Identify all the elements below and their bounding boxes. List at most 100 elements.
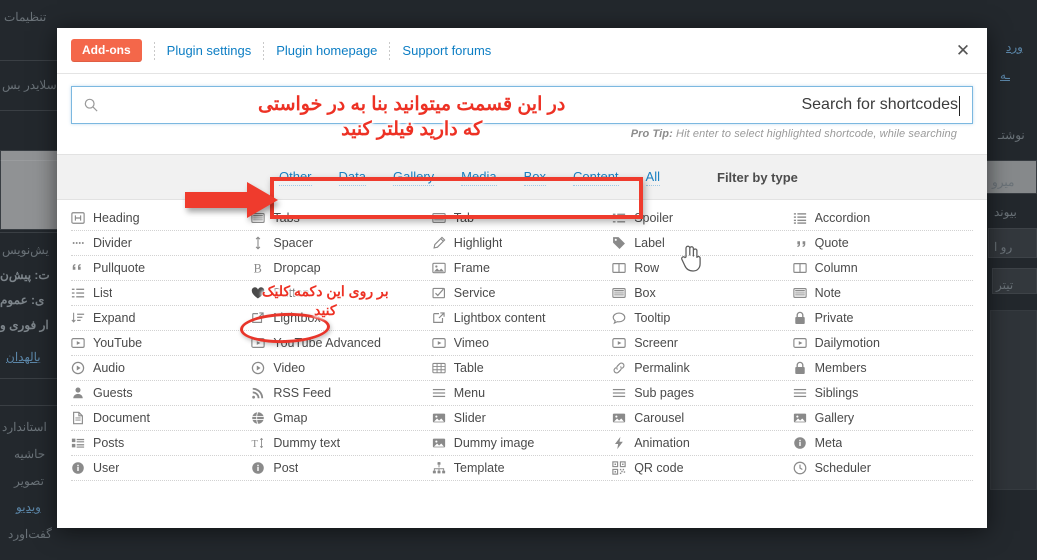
- shortcode-item-table[interactable]: Table: [431, 356, 613, 381]
- shortcode-item-user[interactable]: User: [71, 456, 252, 481]
- info-circle-icon: [793, 436, 807, 450]
- shortcode-item-post[interactable]: Post: [251, 456, 432, 481]
- admin-topbar: [0, 0, 1037, 28]
- shortcode-item-carousel[interactable]: Carousel: [612, 406, 793, 431]
- shortcode-column-4: Spoiler Label Row Box Tooltip Screenr Permalin…: [612, 206, 793, 481]
- shortcode-item-pullquote[interactable]: Pullquote: [71, 256, 252, 281]
- shortcode-item-video[interactable]: Video: [251, 356, 432, 381]
- quote-left-icon: [71, 261, 85, 275]
- shortcode-item-gallery[interactable]: Gallery: [792, 406, 973, 431]
- shortcode-item-members[interactable]: Members: [792, 356, 973, 381]
- shortcode-item-tooltip[interactable]: Tooltip: [612, 306, 793, 331]
- clock-icon: [793, 461, 807, 475]
- shortcode-item-service[interactable]: Service: [431, 281, 613, 306]
- shortcode-item-qr-code[interactable]: QR code: [612, 456, 793, 481]
- shortcode-item-button[interactable]: Button: [251, 281, 432, 306]
- shortcode-item-dropcap[interactable]: B Dropcap: [251, 256, 432, 281]
- shortcode-item-expand[interactable]: Expand: [71, 306, 252, 331]
- search-input[interactable]: [72, 87, 972, 123]
- shortcode-item-note[interactable]: Note: [792, 281, 973, 306]
- link-plugin-homepage[interactable]: Plugin homepage: [276, 43, 377, 58]
- filter-tab-media[interactable]: Media: [461, 169, 497, 186]
- shortcode-item-label: Heading: [93, 211, 140, 225]
- shortcode-item-label: Sub pages: [634, 386, 694, 400]
- shortcode-item-quote[interactable]: Quote: [792, 231, 973, 256]
- shortcode-item-dailymotion[interactable]: Dailymotion: [792, 331, 973, 356]
- shortcode-item-divider[interactable]: Divider: [71, 231, 252, 256]
- shortcode-item-list[interactable]: List: [71, 281, 252, 306]
- grid-list-icon: [71, 436, 85, 450]
- shortcode-item-column[interactable]: Column: [792, 256, 973, 281]
- tab-add-ons[interactable]: Add-ons: [71, 39, 142, 62]
- filter-tab-content[interactable]: Content: [573, 169, 619, 186]
- shortcode-item-youtube-advanced[interactable]: YouTube Advanced: [251, 331, 432, 356]
- shortcode-item-dummy-text[interactable]: T Dummy text: [251, 431, 432, 456]
- shortcode-item-posts[interactable]: Posts: [71, 431, 252, 456]
- shortcode-item-guests[interactable]: Guests: [71, 381, 252, 406]
- bg-admin-label: ی: عموم: [0, 293, 45, 307]
- play-circle-icon: [251, 361, 265, 375]
- filter-by-type-label: Filter by type: [717, 169, 798, 185]
- shortcode-item-youtube[interactable]: YouTube: [71, 331, 252, 356]
- filter-tab-gallery[interactable]: Gallery: [392, 169, 435, 186]
- shortcode-item-label: List: [93, 286, 113, 300]
- divider-icon: [71, 236, 85, 250]
- shortcode-item-tabs[interactable]: Tabs: [251, 206, 432, 231]
- shortcode-item-document[interactable]: Document: [71, 406, 252, 431]
- shortcode-item-accordion[interactable]: Accordion: [792, 206, 973, 231]
- filter-tab-other[interactable]: Other: [279, 169, 312, 186]
- shortcode-item-spoiler[interactable]: Spoiler: [612, 206, 793, 231]
- globe-icon: [251, 411, 265, 425]
- bg-admin-label: اسلایدر بس: [2, 78, 60, 92]
- shortcode-item-audio[interactable]: Audio: [71, 356, 252, 381]
- shortcode-item-lightbox[interactable]: Lightbox: [251, 306, 432, 331]
- shortcode-item-scheduler[interactable]: Scheduler: [792, 456, 973, 481]
- shortcode-item-row[interactable]: Row: [612, 256, 793, 281]
- shortcode-item-label: Gmap: [273, 411, 308, 425]
- shortcode-item-menu[interactable]: Menu: [431, 381, 613, 406]
- shortcode-item-siblings[interactable]: Siblings: [792, 381, 973, 406]
- video-play-icon: [432, 336, 446, 350]
- shortcode-item-slider[interactable]: Slider: [431, 406, 613, 431]
- filter-bar: Other Data Gallery Media Box Content All…: [57, 154, 987, 200]
- bg-admin-label: گفت‌اورد: [8, 527, 52, 541]
- bg-divider: [0, 232, 60, 233]
- shortcode-item-sub-pages[interactable]: Sub pages: [612, 381, 793, 406]
- shortcode-item-screenr[interactable]: Screenr: [612, 331, 793, 356]
- shortcode-item-heading[interactable]: Heading: [71, 206, 252, 231]
- filter-tab-data[interactable]: Data: [338, 169, 366, 186]
- shortcodes-insert-dialog: Add-ons Plugin settings Plugin homepage …: [57, 28, 987, 528]
- shortcode-item-lightbox-content[interactable]: Lightbox content: [431, 306, 613, 331]
- shortcode-item-meta[interactable]: Meta: [792, 431, 973, 456]
- shortcode-item-template[interactable]: Template: [431, 456, 613, 481]
- shortcode-item-gmap[interactable]: Gmap: [251, 406, 432, 431]
- shortcode-item-permalink[interactable]: Permalink: [612, 356, 793, 381]
- filter-tab-box[interactable]: Box: [523, 169, 546, 186]
- shortcode-item-highlight[interactable]: Highlight: [431, 231, 613, 256]
- shortcode-item-box[interactable]: Box: [612, 281, 793, 306]
- shortcode-column-2: Tabs Spacer B Dropcap Button Lightbox YouTube …: [251, 206, 432, 481]
- shortcode-item-label[interactable]: Label: [612, 231, 793, 256]
- close-icon[interactable]: ✕: [951, 39, 975, 63]
- columns-icon: [792, 261, 807, 275]
- shortcode-item-frame[interactable]: Frame: [431, 256, 613, 281]
- video-play-icon: [792, 336, 807, 350]
- shortcode-item-label: Row: [634, 261, 660, 275]
- filter-tab-all[interactable]: All: [645, 169, 660, 186]
- shortcode-column-1: Heading Divider Pullquote List Expand YouTube…: [71, 206, 252, 481]
- shortcode-item-tab[interactable]: Tab: [431, 206, 613, 231]
- shortcode-item-rss-feed[interactable]: RSS Feed: [251, 381, 432, 406]
- shortcode-item-label: Frame: [453, 261, 490, 275]
- shortcode-item-label: Private: [814, 311, 854, 325]
- shortcode-item-vimeo[interactable]: Vimeo: [431, 331, 613, 356]
- link-plugin-settings[interactable]: Plugin settings: [167, 43, 252, 58]
- link-support-forums[interactable]: Support forums: [402, 43, 491, 58]
- search-box[interactable]: [71, 86, 973, 124]
- shortcode-item-label: Dummy text: [273, 436, 341, 450]
- shortcode-item-spacer[interactable]: Spacer: [251, 231, 432, 256]
- link-icon: [612, 361, 626, 375]
- shortcode-item-animation[interactable]: Animation: [612, 431, 793, 456]
- shortcode-item-label: Label: [634, 236, 665, 250]
- shortcode-item-private[interactable]: Private: [792, 306, 973, 331]
- shortcode-item-dummy-image[interactable]: Dummy image: [431, 431, 613, 456]
